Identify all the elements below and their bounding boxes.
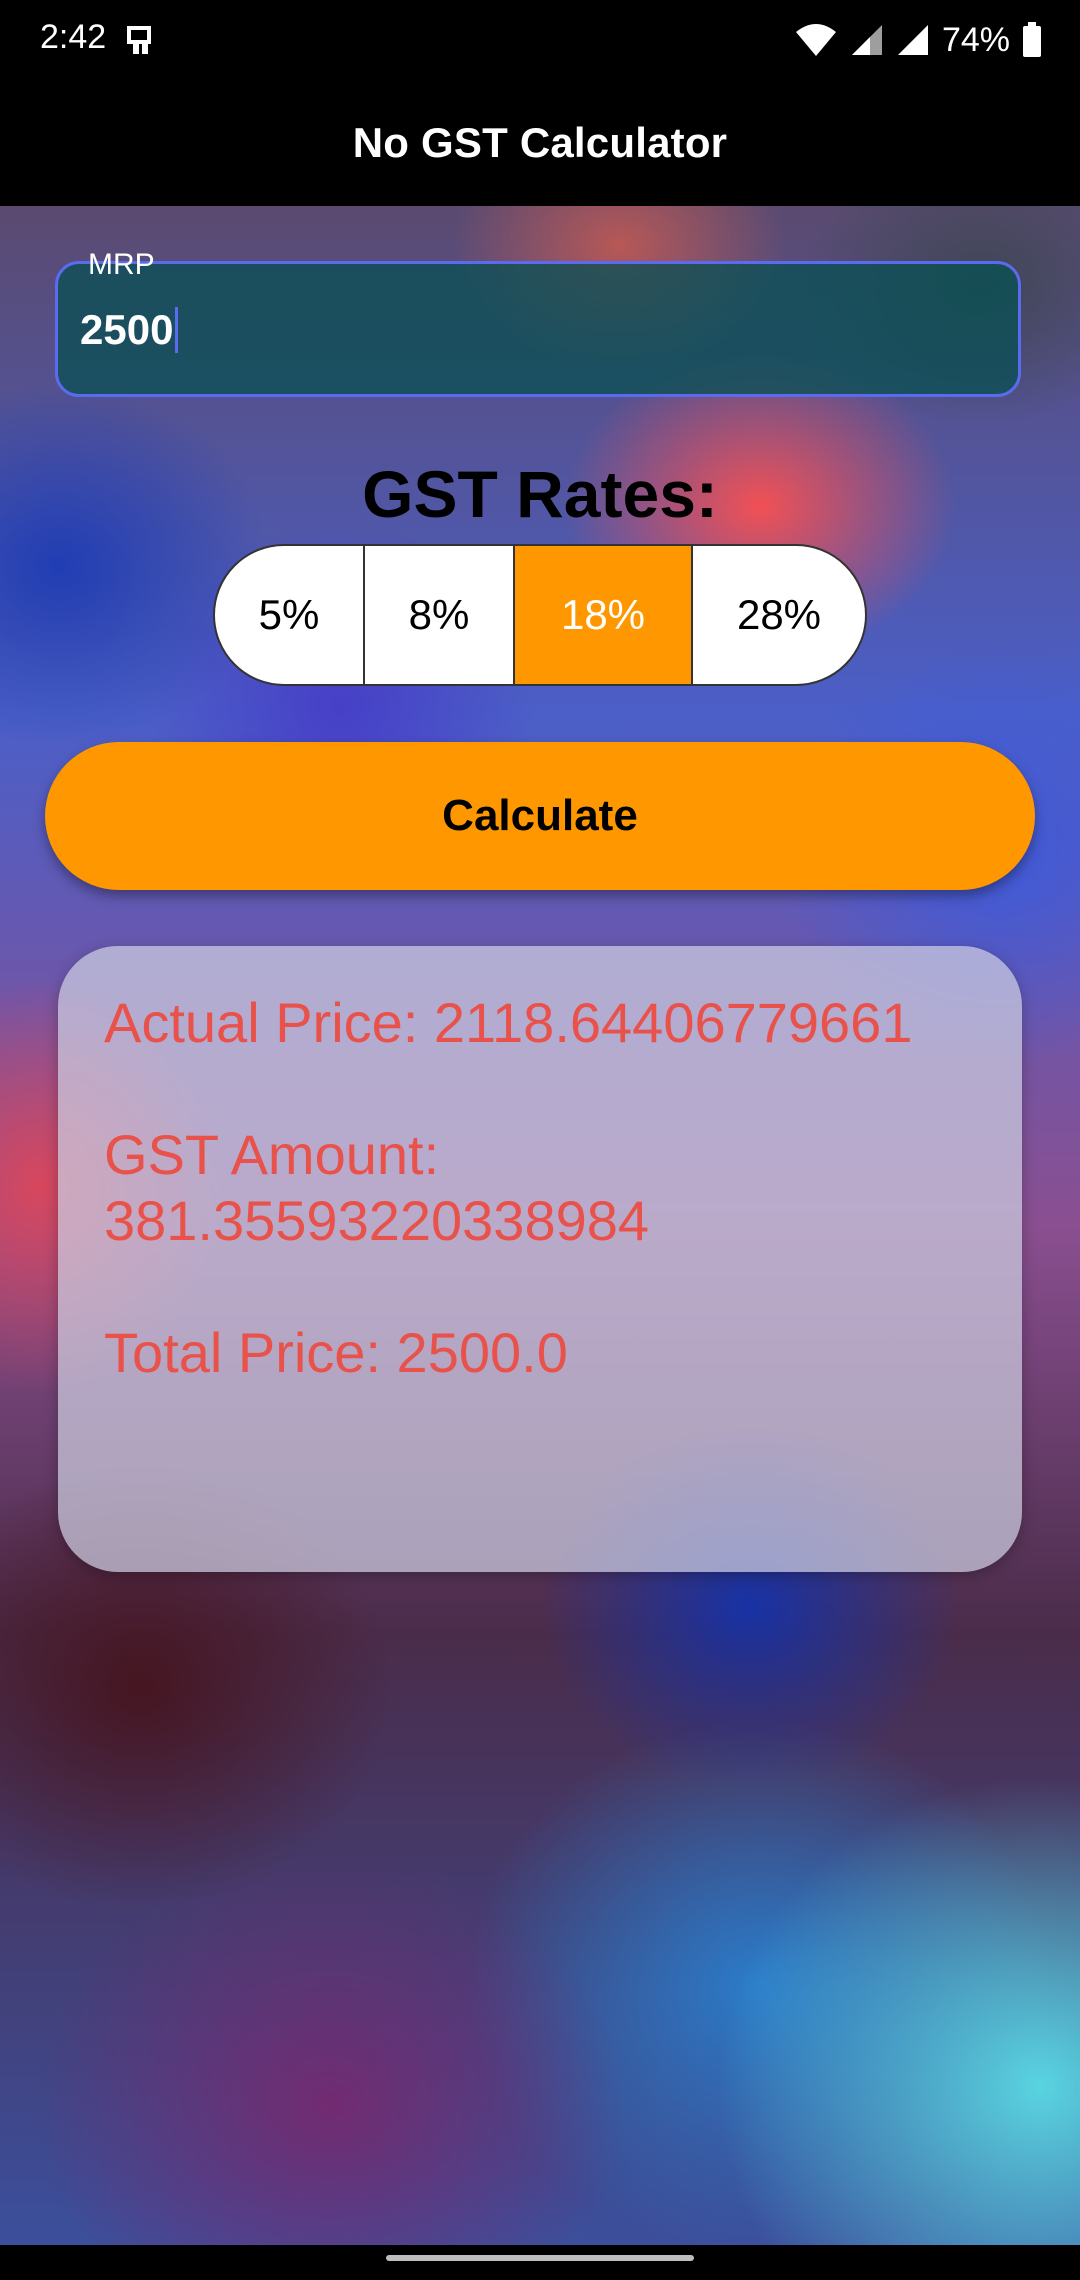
- gst-amount-label: GST Amount:: [104, 1123, 440, 1186]
- gst-rate-option-18[interactable]: 18%: [513, 546, 691, 684]
- gst-rate-option-5[interactable]: 5%: [215, 546, 363, 684]
- calculate-button[interactable]: Calculate: [45, 742, 1035, 890]
- gst-rate-option-28[interactable]: 28%: [691, 546, 865, 684]
- battery-percentage: 74%: [941, 20, 1010, 59]
- home-gesture-handle[interactable]: [386, 2255, 694, 2261]
- result-card: Actual Price: 2118.64406779661 GST Amoun…: [58, 946, 1022, 1572]
- status-icons: 74%: [794, 16, 1042, 64]
- actual-price-text: Actual Price: 2118.64406779661: [104, 991, 913, 1054]
- signal-icon: [850, 23, 884, 57]
- status-time: 2:42: [40, 18, 107, 56]
- notification-app-icon: [124, 22, 158, 56]
- total-price-text: Total Price: 2500.0: [104, 1321, 568, 1384]
- app-title: No GST Calculator: [352, 119, 728, 166]
- wifi-icon: [794, 22, 838, 58]
- gst-rates-title: GST Rates:: [362, 457, 718, 531]
- signal-icon: [896, 23, 930, 57]
- gst-rate-selector: 5% 8% 18% 28%: [213, 544, 867, 686]
- gst-rate-option-8[interactable]: 8%: [363, 546, 513, 684]
- gst-amount-value: 381.35593220338984: [104, 1189, 650, 1252]
- navigation-bar: [0, 2245, 1080, 2280]
- status-bar: 2:42 74%: [0, 0, 1080, 80]
- mrp-value: 2500: [80, 306, 174, 353]
- mrp-value-wrap: 2500: [80, 306, 179, 354]
- text-cursor: [175, 307, 179, 353]
- main-content: MRP 2500 GST Rates: 5% 8% 18% 28% Calcul…: [0, 206, 1080, 2245]
- app-bar: No GST Calculator: [0, 80, 1080, 206]
- battery-icon: [1022, 22, 1042, 58]
- mrp-input[interactable]: MRP 2500: [55, 248, 1021, 397]
- mrp-label: MRP: [88, 248, 155, 281]
